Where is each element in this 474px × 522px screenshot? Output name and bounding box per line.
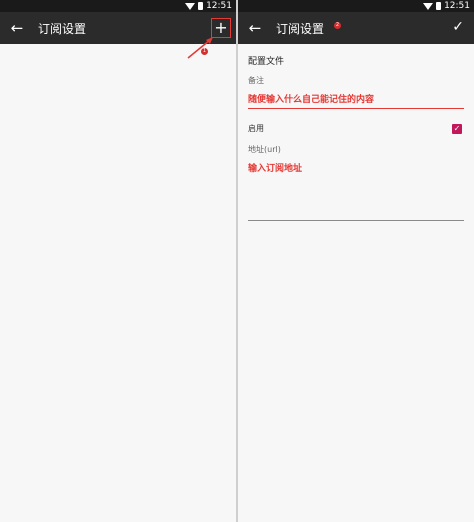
wifi-icon [423,3,434,10]
back-arrow-icon[interactable]: ← [240,12,270,44]
annotation-arrow [186,36,216,60]
wifi-icon [185,3,196,10]
url-input-underline[interactable] [248,220,464,221]
note-label: 备注 [248,76,264,85]
save-check-icon[interactable]: ✓ [452,19,464,35]
left-screen: 12:51 ← 订阅设置 + 1 [0,0,236,522]
page-title: 订阅设置 [38,21,87,36]
status-bar: 12:51 [238,0,474,12]
annotation-badge-2: 2 [334,21,342,29]
subscription-form: 配置文件 备注 随便输入什么自己能记住的内容 启用 ✓ 地址(url) 输入订阅… [238,44,474,221]
battery-icon [198,2,204,10]
enable-label: 启用 [248,124,264,133]
battery-icon [436,2,442,10]
enable-checkbox[interactable]: ✓ [452,123,462,134]
app-bar: ← 订阅设置 2 ✓ [238,12,474,44]
page-title: 订阅设置 [276,21,325,36]
url-input-value[interactable]: 输入订阅地址 [248,161,464,174]
annotation-badge-1: 1 [201,48,208,55]
back-arrow-icon[interactable]: ← [2,12,32,44]
right-screen: 12:51 ← 订阅设置 2 ✓ 配置文件 备注 随便输入什么自己能记住的内容 … [238,0,474,522]
section-title: 配置文件 [248,57,285,67]
enable-row[interactable]: 启用 ✓ [248,123,464,134]
note-input[interactable]: 随便输入什么自己能记住的内容 [248,92,464,109]
add-subscription-button[interactable]: + [211,18,231,38]
url-label: 地址(url) [248,145,281,154]
status-bar: 12:51 [0,0,236,12]
status-time: 12:51 [206,1,232,11]
status-time: 12:51 [444,1,470,11]
